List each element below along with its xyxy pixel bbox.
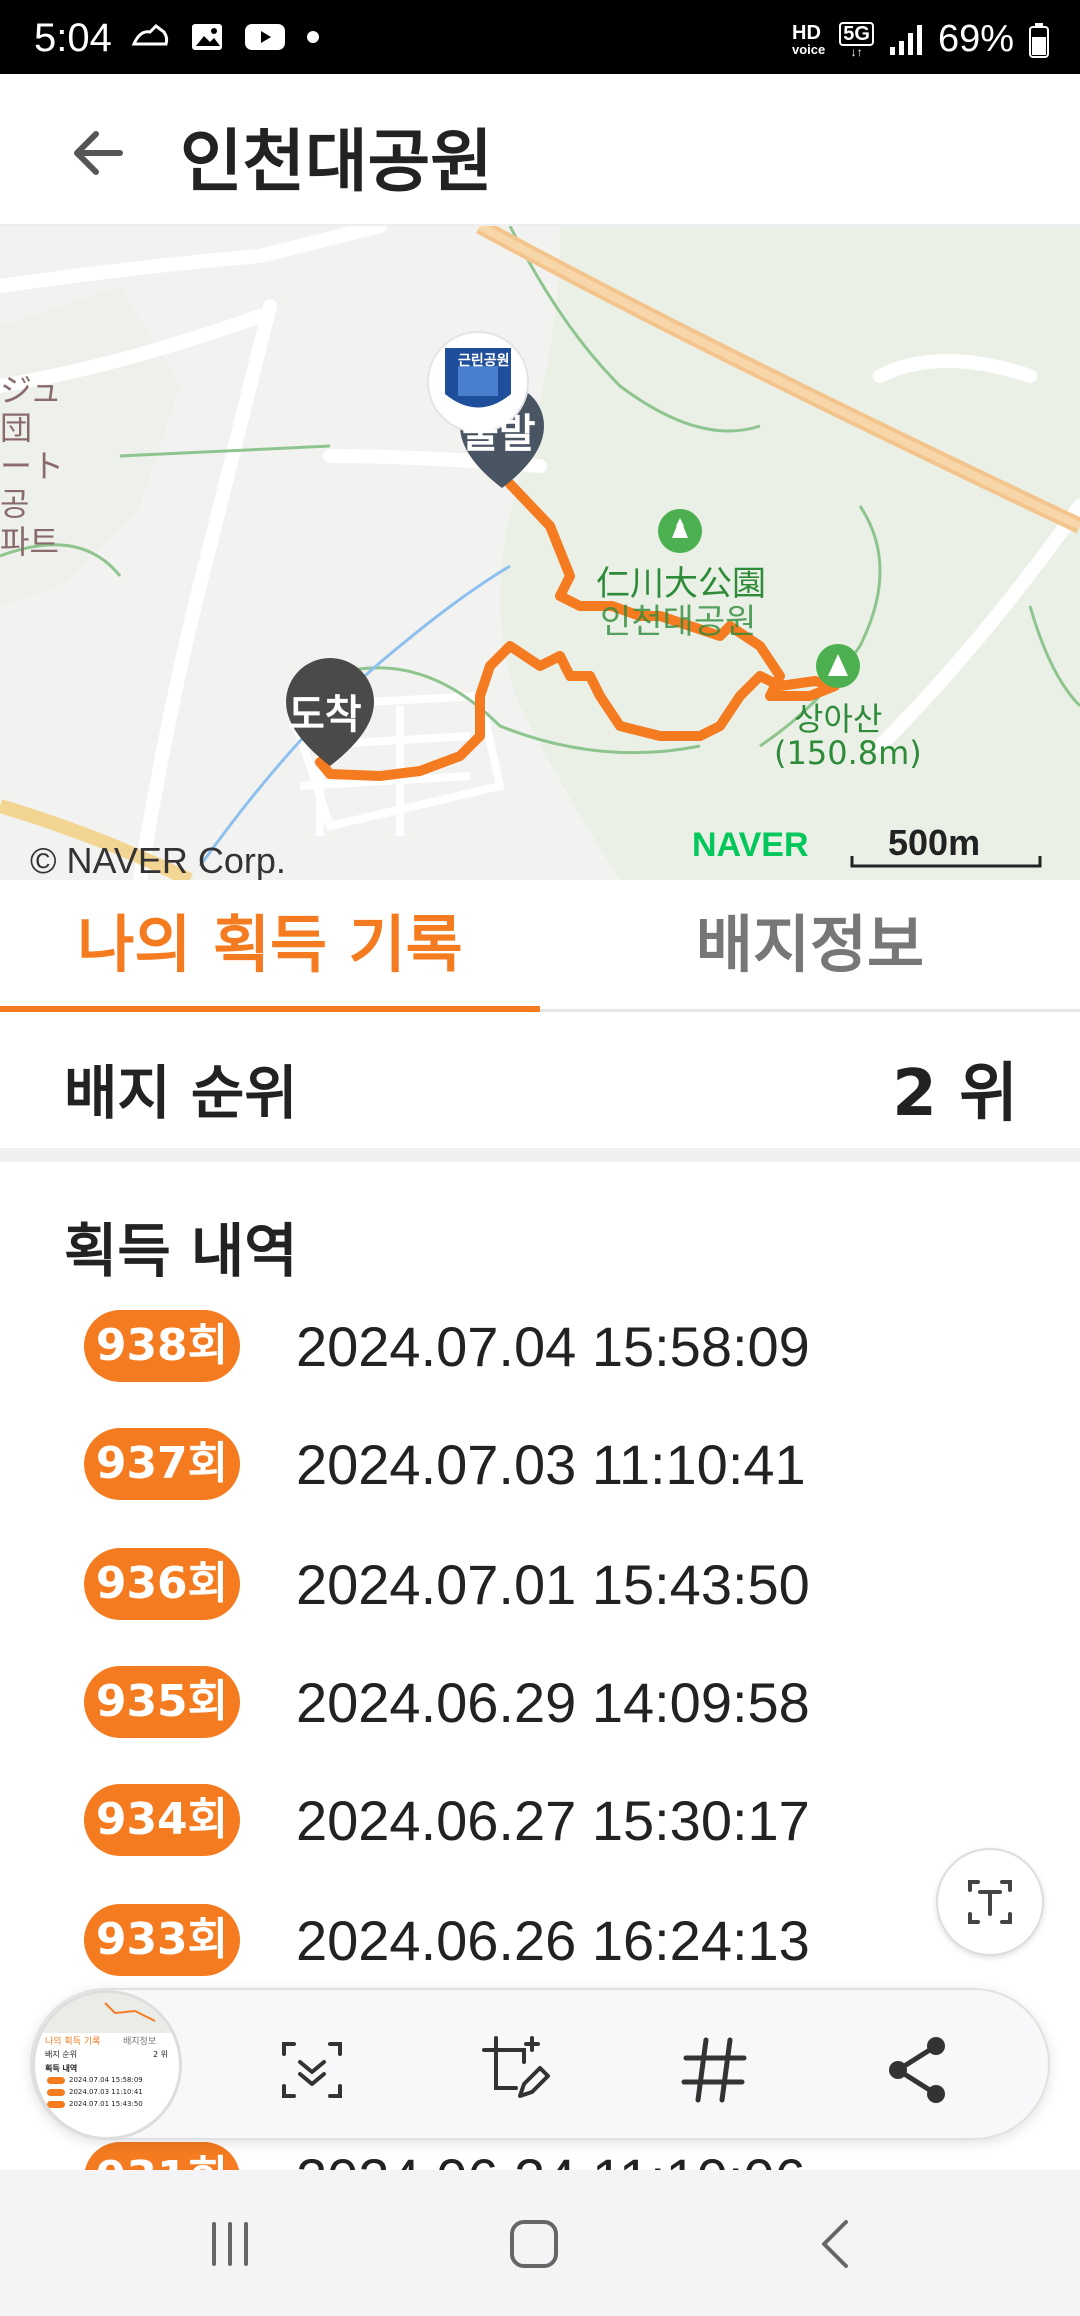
tab-bar: 나의 획득 기록 배지정보 bbox=[0, 880, 1080, 1012]
map-copyright: © NAVER Corp. bbox=[30, 840, 286, 880]
naver-logo: NAVER bbox=[692, 826, 809, 864]
screenshot-thumbnail[interactable]: 나의 획득 기록 배지정보 배지 순위 2 위 획득 내역 2024.07.04… bbox=[32, 1990, 182, 2140]
thumb-date: 2024.07.01 15:43:50 bbox=[69, 2100, 143, 2108]
list-item: 934회 2024.06.27 15:30:17 bbox=[84, 1784, 984, 1860]
park-tree-icon bbox=[658, 509, 702, 553]
status-notification-icons bbox=[130, 22, 320, 52]
thumb-rank-value: 2 위 bbox=[153, 2050, 168, 2059]
park-name-kr: 인천대공원 bbox=[600, 602, 757, 642]
scroll-capture-icon[interactable] bbox=[272, 2030, 352, 2110]
back-icon[interactable] bbox=[806, 2214, 866, 2274]
system-nav-bar bbox=[0, 2170, 1080, 2316]
route-map[interactable]: 근린공원 출발 도착 仁川大公園 인천대공원 상아산 (150.8m) ジュ 団… bbox=[0, 226, 1080, 880]
end-marker-label: 도착 bbox=[288, 692, 362, 738]
count-badge: 931회 bbox=[84, 2142, 240, 2170]
tab-my-records[interactable]: 나의 획득 기록 bbox=[0, 880, 540, 1012]
text-scan-icon bbox=[968, 1880, 1012, 1924]
thumb-tab-active: 나의 획득 기록 bbox=[45, 2037, 101, 2047]
hd-voice-indicator: HD voice bbox=[792, 22, 826, 57]
count-badge: 938회 bbox=[84, 1310, 240, 1382]
list-item: 937회 2024.07.03 11:10:41 bbox=[84, 1428, 984, 1504]
acquired-date: 2024.07.01 15:43:50 bbox=[296, 1553, 810, 1616]
mountain-height: (150.8m) bbox=[774, 734, 922, 772]
count-badge: 934회 bbox=[84, 1784, 240, 1856]
dot-icon bbox=[307, 31, 319, 43]
thumb-date: 2024.07.03 11:10:41 bbox=[69, 2088, 143, 2096]
status-time: 5:04 bbox=[34, 16, 112, 60]
crop-edit-icon[interactable] bbox=[476, 2030, 556, 2110]
5g-indicator: 5G ↓↑ bbox=[839, 21, 874, 58]
map-canvas[interactable] bbox=[0, 226, 1080, 880]
app-bar: 인천대공원 bbox=[0, 74, 1080, 226]
battery-icon bbox=[1029, 22, 1049, 58]
history-title: 획득 내역 bbox=[64, 1217, 298, 1285]
acquired-date: 2024.06.29 14:09:58 bbox=[296, 1671, 810, 1734]
tab-badge-info[interactable]: 배지정보 bbox=[540, 880, 1080, 1012]
map-scale-label: 500m bbox=[888, 822, 981, 863]
text-extract-button[interactable] bbox=[936, 1848, 1044, 1956]
acquired-date: 2024.06.27 15:30:17 bbox=[296, 1789, 810, 1852]
running-shoe-icon bbox=[131, 24, 169, 46]
thumb-history-title: 획득 내역 bbox=[45, 2064, 78, 2073]
park-badge-text: 근린공원 bbox=[458, 353, 510, 369]
badge-rank-row: 배지 순위 2 위 bbox=[0, 1012, 1080, 1148]
status-bar: 5:04 HD voice 5G ↓↑ 69% bbox=[0, 0, 1080, 74]
status-right: HD voice 5G ↓↑ 69% bbox=[792, 18, 1050, 61]
acquired-date: 2024.06.24 11:10:06 bbox=[296, 2146, 806, 2170]
thumb-rank-label: 배지 순위 bbox=[45, 2050, 77, 2059]
list-item: 933회 2024.06.26 16:24:13 bbox=[84, 1904, 984, 1980]
count-badge: 935회 bbox=[84, 1666, 240, 1738]
count-badge: 936회 bbox=[84, 1548, 240, 1620]
thumb-tab-inactive: 배지정보 bbox=[123, 2037, 157, 2047]
thumb-date: 2024.07.04 15:58:09 bbox=[69, 2076, 143, 2084]
map-side-text: ジュ 団 ート 공 파트 bbox=[0, 371, 65, 561]
acquired-date: 2024.06.26 16:24:13 bbox=[296, 1909, 810, 1972]
acquired-date: 2024.07.04 15:58:09 bbox=[296, 1315, 810, 1378]
list-item: 931회 2024.06.24 11:10:06 bbox=[84, 2142, 984, 2170]
battery-percent: 69% bbox=[937, 18, 1014, 60]
section-divider bbox=[0, 1148, 1080, 1162]
youtube-icon bbox=[245, 24, 285, 50]
page-title: 인천대공원 bbox=[180, 123, 493, 202]
share-icon[interactable] bbox=[878, 2030, 958, 2110]
hashtag-icon[interactable] bbox=[674, 2030, 754, 2110]
home-icon[interactable] bbox=[504, 2214, 564, 2274]
signal-icon bbox=[889, 24, 922, 55]
start-marker-label: 출발 bbox=[462, 411, 536, 457]
mountain-icon bbox=[816, 644, 860, 688]
acquired-date: 2024.07.03 11:10:41 bbox=[296, 1433, 806, 1496]
list-item: 938회 2024.07.04 15:58:09 bbox=[84, 1310, 984, 1386]
list-item: 936회 2024.07.01 15:43:50 bbox=[84, 1548, 984, 1624]
badge-rank-value: 2 위 bbox=[892, 1057, 1018, 1131]
gallery-icon bbox=[192, 24, 222, 50]
badge-rank-label: 배지 순위 bbox=[64, 1059, 298, 1127]
count-badge: 933회 bbox=[84, 1904, 240, 1976]
count-badge: 937회 bbox=[84, 1428, 240, 1500]
list-item: 935회 2024.06.29 14:09:58 bbox=[84, 1666, 984, 1742]
back-arrow-icon[interactable] bbox=[64, 118, 134, 188]
recent-apps-icon[interactable] bbox=[200, 2214, 260, 2274]
